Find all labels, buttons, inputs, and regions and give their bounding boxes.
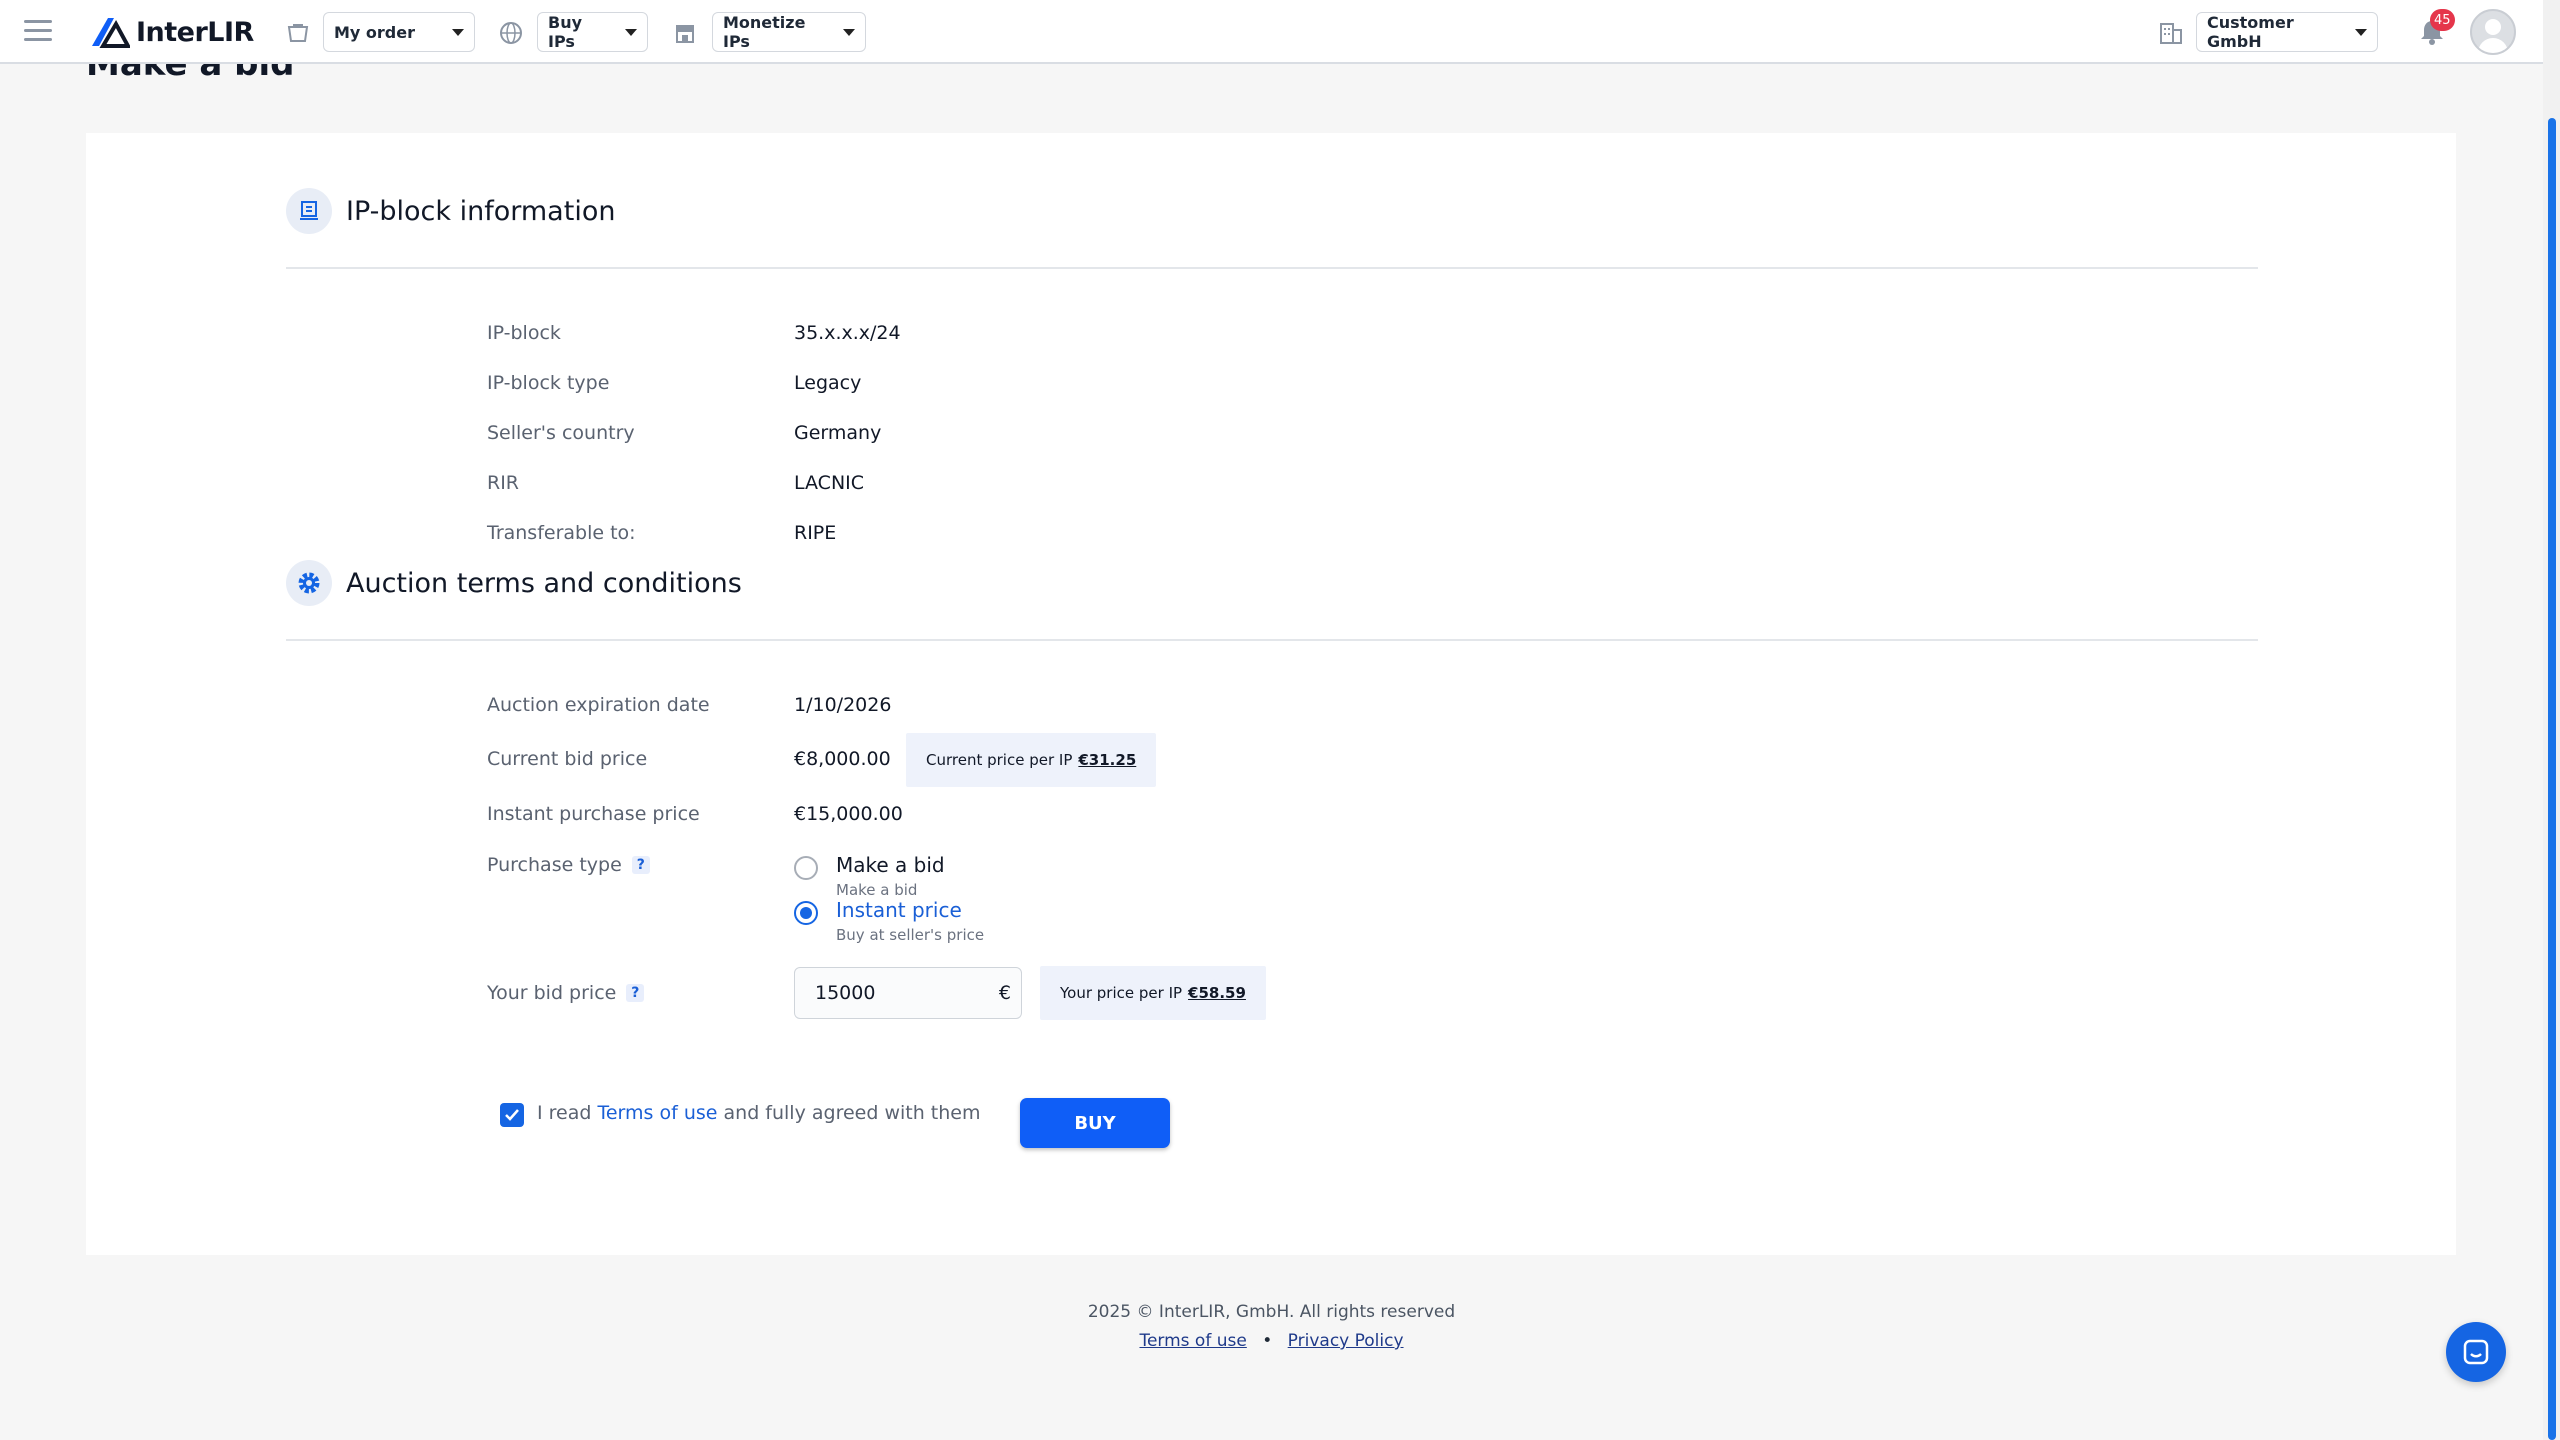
info-row: IP-block 35.x.x.x/24 xyxy=(487,317,901,349)
scrollbar-thumb[interactable] xyxy=(2548,118,2556,1440)
my-order-dropdown[interactable]: My order xyxy=(323,12,475,52)
bid-price-value: 15000 xyxy=(815,982,876,1004)
ip-block-icon xyxy=(286,188,332,234)
terms-link[interactable]: Terms of use xyxy=(597,1102,717,1124)
current-price-per-ip: Current price per IP €31.25 xyxy=(906,733,1157,787)
instant-price-row: Instant purchase price €15,000.00 xyxy=(487,798,903,830)
radio-make-bid[interactable]: Make a bid Make a bid xyxy=(794,853,945,899)
building-icon xyxy=(2160,23,2182,44)
current-bid-label: Current bid price xyxy=(487,748,648,770)
footer-links: Terms of use • Privacy Policy xyxy=(0,1331,2543,1351)
buy-button[interactable]: BUY xyxy=(1020,1098,1170,1148)
menu-icon[interactable] xyxy=(24,20,52,44)
your-per-ip-value: €58.59 xyxy=(1188,984,1246,1002)
row-value: LACNIC xyxy=(794,472,865,494)
purchase-type-row: Purchase type ? xyxy=(487,849,794,881)
divider xyxy=(286,267,2258,269)
row-label: IP-block xyxy=(487,322,561,344)
radio-sublabel: Buy at seller's price xyxy=(836,926,985,944)
row-label: RIR xyxy=(487,472,520,494)
chevron-down-icon xyxy=(843,28,855,36)
footer-separator: • xyxy=(1262,1331,1273,1351)
current-bid-row: Current bid price €8,000.00 xyxy=(487,743,891,775)
row-label: IP-block type xyxy=(487,372,610,394)
notification-badge: 45 xyxy=(2430,9,2455,31)
info-row: Seller's country Germany xyxy=(487,417,881,449)
row-value: Germany xyxy=(794,422,882,444)
your-bid-row: Your bid price ? xyxy=(487,977,794,1009)
row-value: RIPE xyxy=(794,522,837,544)
your-price-per-ip: Your price per IP €58.59 xyxy=(1040,966,1266,1020)
help-icon[interactable]: ? xyxy=(631,856,650,874)
radio-label: Instant price xyxy=(836,898,962,922)
radio-instant-price[interactable]: Instant price Buy at seller's price xyxy=(794,898,984,944)
help-icon[interactable]: ? xyxy=(626,984,645,1002)
interlir-logo-icon xyxy=(92,18,130,48)
your-per-ip-label: Your price per IP xyxy=(1060,984,1183,1002)
ip-block-section-header: IP-block information xyxy=(286,188,615,234)
auction-section-header: Auction terms and conditions xyxy=(286,560,742,606)
currency-symbol: € xyxy=(998,982,1011,1004)
instant-price-value: €15,000.00 xyxy=(794,803,903,825)
cart-icon xyxy=(287,24,309,42)
top-navbar: InterLIR My order Buy IPs Monetize IPs C… xyxy=(0,0,2543,64)
radio-label: Make a bid xyxy=(836,853,945,877)
logo[interactable]: InterLIR xyxy=(90,14,254,50)
monetize-ips-label: Monetize IPs xyxy=(723,13,806,51)
row-value: 35.x.x.x/24 xyxy=(794,322,901,344)
radio-sublabel: Make a bid xyxy=(836,881,918,899)
agree-suffix: and fully agreed with them xyxy=(723,1102,981,1124)
section-title: IP-block information xyxy=(346,195,616,227)
buy-ips-dropdown[interactable]: Buy IPs xyxy=(537,12,648,52)
info-row: Transferable to: RIPE xyxy=(487,517,836,549)
logo-text: InterLIR xyxy=(136,16,254,48)
your-bid-label: Your bid price ? xyxy=(487,982,794,1004)
radio-button-selected[interactable] xyxy=(794,901,818,925)
chevron-down-icon xyxy=(2355,28,2367,36)
checkmark-icon xyxy=(505,1109,519,1121)
store-icon xyxy=(676,25,694,43)
my-order-label: My order xyxy=(334,22,415,42)
monetize-ips-dropdown[interactable]: Monetize IPs xyxy=(712,12,866,52)
chat-icon xyxy=(2463,1339,2489,1365)
expiration-value: 1/10/2026 xyxy=(794,694,892,716)
expiration-row: Auction expiration date 1/10/2026 xyxy=(487,689,891,721)
bid-price-input[interactable]: 15000 € xyxy=(794,967,1022,1019)
info-row: IP-block type Legacy xyxy=(487,367,861,399)
chat-button[interactable] xyxy=(2446,1322,2506,1382)
current-bid-value: €8,000.00 xyxy=(794,748,891,770)
chevron-down-icon xyxy=(625,28,637,36)
footer-terms-link[interactable]: Terms of use xyxy=(1139,1331,1246,1351)
footer-privacy-link[interactable]: Privacy Policy xyxy=(1288,1331,1404,1351)
terms-agreement: I read Terms of use and fully agreed wit… xyxy=(537,1102,981,1124)
avatar[interactable] xyxy=(2470,9,2516,55)
footer-copyright: 2025 © InterLIR, GmbH. All rights reserv… xyxy=(1087,1302,1456,1322)
buy-ips-label: Buy IPs xyxy=(548,13,583,51)
globe-icon xyxy=(500,22,522,44)
radio-button[interactable] xyxy=(794,856,818,880)
terms-checkbox[interactable] xyxy=(500,1103,524,1127)
current-per-ip-label: Current price per IP xyxy=(926,751,1073,769)
row-value: Legacy xyxy=(794,372,862,394)
company-dropdown[interactable]: Customer GmbH xyxy=(2196,12,2378,52)
company-label: Customer GmbH xyxy=(2207,13,2294,51)
your-bid-text: Your bid price xyxy=(487,982,617,1004)
chevron-down-icon xyxy=(452,28,464,36)
expiration-label: Auction expiration date xyxy=(487,694,710,716)
info-row: RIR LACNIC xyxy=(487,467,864,499)
row-label: Transferable to: xyxy=(487,522,636,544)
gear-icon xyxy=(286,560,332,606)
current-per-ip-value: €31.25 xyxy=(1078,751,1137,769)
agree-prefix: I read xyxy=(537,1102,592,1124)
purchase-type-text: Purchase type xyxy=(487,854,622,876)
row-label: Seller's country xyxy=(487,422,635,444)
purchase-type-label: Purchase type ? xyxy=(487,854,794,876)
instant-price-label: Instant purchase price xyxy=(487,803,700,825)
section-title: Auction terms and conditions xyxy=(346,567,742,599)
divider xyxy=(286,639,2258,641)
bid-card: IP-block information IP-block 35.x.x.x/2… xyxy=(86,133,2456,1255)
